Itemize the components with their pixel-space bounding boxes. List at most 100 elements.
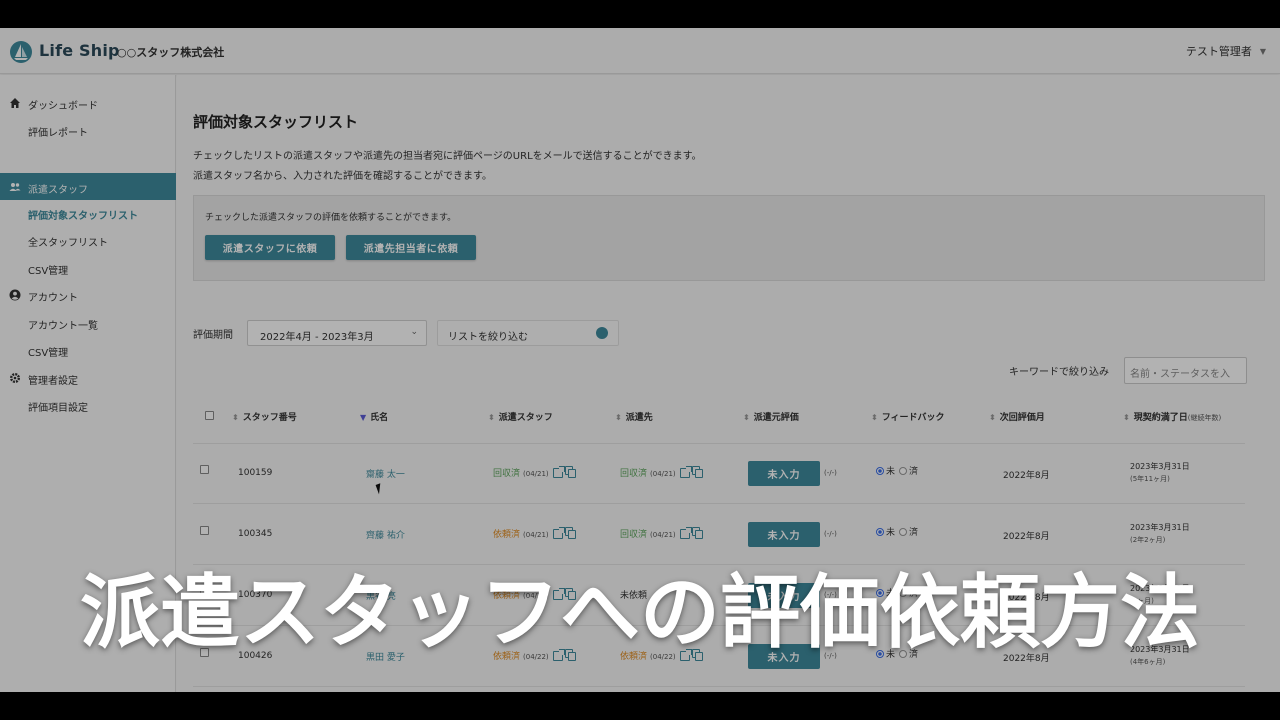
radio-done[interactable] [899, 528, 908, 536]
sort-icon: ⬍ [743, 413, 750, 422]
period-value: 2022年4月 - 2023年3月 [260, 332, 374, 343]
cell-client-status: 回収済 (04/21) [620, 466, 703, 479]
col-header-staff-no[interactable]: ⬍ スタッフ番号 [232, 410, 297, 423]
origin-eval-button[interactable]: 未入力 [748, 522, 820, 547]
sidebar-item-label: 全スタッフリスト [28, 238, 108, 249]
col-header-next[interactable]: ⬍ 次回評価月 [989, 410, 1045, 423]
gear-icon [10, 373, 20, 383]
narrow-list-label: リストを絞り込む [448, 332, 528, 343]
select-all-checkbox[interactable] [205, 411, 214, 420]
sidebar-item-label: 評価レポート [28, 128, 88, 139]
sidebar-item-eval-items[interactable]: 評価項目設定 [0, 391, 176, 418]
radio-not-done[interactable] [876, 467, 884, 475]
sidebar-item-admin-settings[interactable]: 管理者設定 [0, 364, 176, 391]
request-client-button[interactable]: 派遣先担当者に依頼 [346, 235, 476, 260]
chevron-down-icon: ▼ [1259, 47, 1266, 56]
copy-icon[interactable] [694, 469, 703, 478]
sidebar-item-staff[interactable]: 派遣スタッフ [0, 173, 176, 200]
origin-eval-button[interactable]: 未入力 [748, 461, 820, 486]
sidebar-item-eval-target-list[interactable]: 評価対象スタッフリスト [0, 199, 176, 226]
chevron-down-icon: ⌄ [410, 327, 418, 337]
cell-staff-status: 回収済 (04/21) [493, 466, 576, 479]
col-header-feedback[interactable]: ⬍ フィードバック [871, 410, 945, 423]
origin-eval-score: (-/-) [824, 469, 837, 477]
feedback-radio-group: 未済 [876, 525, 918, 538]
cell-contract-years: (2年2ヶ月) [1130, 536, 1166, 544]
external-link-icon[interactable] [679, 527, 692, 539]
origin-eval-score: (-/-) [824, 530, 837, 538]
sidebar-item-all-staff[interactable]: 全スタッフリスト [0, 226, 176, 253]
check-circle-icon [596, 327, 608, 339]
keyword-input[interactable]: 名前・ステータスを入 [1124, 357, 1247, 384]
sidebar-item-label: 管理者設定 [28, 376, 78, 387]
col-header-contract[interactable]: ⬍ 現契約満了日(継続年数) [1123, 410, 1221, 423]
narrow-list-toggle[interactable]: リストを絞り込む [437, 320, 619, 346]
row-checkbox[interactable] [200, 526, 209, 535]
radio-done-label: 済 [909, 467, 919, 477]
sort-desc-icon: ▼ [360, 413, 367, 422]
sort-icon: ⬍ [989, 413, 996, 422]
divider [193, 503, 1245, 504]
feedback-radio-group: 未済 [876, 464, 918, 477]
sort-icon: ⬍ [871, 413, 878, 422]
cell-next-eval: 2022年8月 [1003, 532, 1050, 542]
radio-not-done[interactable] [876, 528, 884, 536]
external-link-icon[interactable] [552, 466, 565, 478]
people-icon [9, 183, 21, 191]
cell-next-eval: 2022年8月 [1003, 471, 1050, 481]
client-status-text: 回収済 [620, 530, 648, 540]
account-icon [9, 289, 21, 301]
sidebar-item-eval-report[interactable]: 評価レポート [0, 116, 176, 143]
page-title: 評価対象スタッフリスト [193, 113, 359, 131]
sidebar-item-label: 評価対象スタッフリスト [28, 211, 138, 222]
cell-staff-name-link[interactable]: 齋藤 太一 [366, 467, 405, 480]
sort-icon: ⬍ [488, 413, 495, 422]
sort-icon: ⬍ [615, 413, 622, 422]
sort-icon: ⬍ [232, 413, 239, 422]
sidebar-item-label: ダッシュボード [28, 101, 98, 112]
period-select[interactable]: 2022年4月 - 2023年3月 ⌄ [247, 320, 427, 346]
request-panel: チェックした派遣スタッフの評価を依頼することができます。 派遣スタッフに依頼 派… [193, 195, 1265, 281]
sidebar-item-account[interactable]: アカウント [0, 281, 176, 308]
radio-done[interactable] [899, 467, 908, 475]
col-header-name[interactable]: ▼ 氏名 [360, 410, 388, 423]
keyword-label: キーワードで絞り込み [1009, 367, 1109, 378]
logo-text[interactable]: Life Ship [39, 41, 120, 60]
cell-staff-no: 100159 [238, 468, 273, 478]
external-link-icon[interactable] [552, 527, 565, 539]
col-header-staff[interactable]: ⬍ 派遣スタッフ [488, 410, 553, 423]
sidebar-item-account-list[interactable]: アカウント一覧 [0, 309, 176, 336]
cell-staff-status: 依頼済 (04/21) [493, 527, 576, 540]
copy-icon[interactable] [694, 530, 703, 539]
sidebar-item-label: CSV管理 [28, 266, 69, 277]
lifeship-logo-icon [10, 41, 32, 63]
request-staff-button[interactable]: 派遣スタッフに依頼 [205, 235, 335, 260]
cell-staff-name-link[interactable]: 齊藤 祐介 [366, 528, 405, 541]
row-checkbox[interactable] [200, 465, 209, 474]
divider [193, 686, 1245, 687]
cell-contract-end: 2023年3月31日 [1130, 523, 1190, 532]
staff-status-text: 回収済 [493, 469, 521, 479]
cell-client-status: 回収済 (04/21) [620, 527, 703, 540]
cell-staff-no: 100345 [238, 529, 273, 539]
copy-icon[interactable] [567, 469, 576, 478]
col-header-client[interactable]: ⬍ 派遣先 [615, 410, 653, 423]
copy-icon[interactable] [567, 530, 576, 539]
sort-icon: ⬍ [1123, 413, 1130, 422]
sidebar-item-label: CSV管理 [28, 348, 69, 359]
external-link-icon[interactable] [679, 466, 692, 478]
staff-status-date: (04/21) [523, 470, 549, 478]
sidebar-item-csv-staff[interactable]: CSV管理 [0, 254, 176, 281]
client-status-date: (04/21) [650, 470, 676, 478]
sidebar-item-csv-account[interactable]: CSV管理 [0, 336, 176, 363]
page-description-1: チェックしたリストの派遣スタッフや派遣先の担当者宛に評価ページのURLをメールで… [193, 151, 702, 162]
cell-contract-end: 2023年3月31日 [1130, 462, 1190, 471]
user-menu[interactable]: テスト管理者 ▼ [1186, 43, 1266, 59]
request-panel-text: チェックした派遣スタッフの評価を依頼することができます。 [205, 213, 457, 223]
col-header-origin[interactable]: ⬍ 派遣元評価 [743, 410, 799, 423]
cell-contract-years: (5年11ヶ月) [1130, 475, 1170, 483]
sidebar-item-dashboard[interactable]: ダッシュボード [0, 89, 176, 116]
staff-status-date: (04/21) [523, 531, 549, 539]
radio-not-done-label: 未 [886, 467, 896, 477]
client-status-date: (04/21) [650, 531, 676, 539]
